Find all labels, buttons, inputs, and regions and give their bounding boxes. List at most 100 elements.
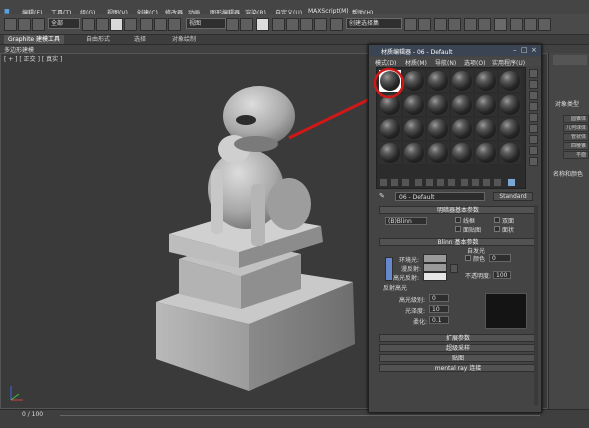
link-icon[interactable]	[32, 18, 45, 31]
self-illum-value[interactable]: 0	[489, 254, 511, 262]
render-icon[interactable]	[538, 18, 551, 31]
create-tab-icon[interactable]	[553, 55, 587, 65]
layer-manager-icon[interactable]	[434, 18, 447, 31]
active-view-icon[interactable]	[507, 178, 516, 187]
rendered-frame-icon[interactable]	[524, 18, 537, 31]
background-icon[interactable]	[529, 91, 538, 100]
window-crossing-icon[interactable]	[124, 18, 137, 31]
sample-slot[interactable]	[499, 142, 521, 164]
sample-type-icon[interactable]	[529, 69, 538, 78]
shader-type-dropdown[interactable]: (B)Blinn	[385, 217, 427, 225]
ambient-color-swatch[interactable]	[423, 254, 447, 263]
glossiness-value[interactable]: 10	[429, 305, 449, 313]
shader-params-rollout[interactable]: 明暗器基本参数	[379, 206, 537, 214]
sample-slot[interactable]	[427, 118, 449, 140]
undo-icon[interactable]	[4, 18, 17, 31]
show-end-result-icon[interactable]	[471, 178, 480, 187]
close-icon[interactable]: ×	[531, 46, 537, 54]
pivot-icon[interactable]	[226, 18, 239, 31]
make-preview-icon[interactable]	[529, 124, 538, 133]
reset-map-icon[interactable]	[414, 178, 423, 187]
scale-icon[interactable]	[168, 18, 181, 31]
rect-select-icon[interactable]	[110, 18, 123, 31]
sample-slot[interactable]	[451, 118, 473, 140]
material-editor-icon[interactable]	[494, 18, 507, 31]
material-editor-titlebar[interactable]: 材质编辑器 - 06 - Default – □ ×	[369, 45, 541, 56]
pyramid-button[interactable]: 四棱锥	[563, 142, 589, 150]
specular-color-swatch[interactable]	[423, 272, 447, 281]
named-selection-dropdown[interactable]: 创建选择集	[346, 18, 402, 29]
schematic-view-icon[interactable]	[478, 18, 491, 31]
two-sided-checkbox[interactable]	[494, 217, 500, 223]
sample-slot[interactable]	[379, 118, 401, 140]
maximize-icon[interactable]: □	[521, 46, 528, 54]
get-material-icon[interactable]	[379, 178, 388, 187]
sample-slot[interactable]	[451, 142, 473, 164]
soften-value[interactable]: 0.1	[429, 316, 449, 324]
curve-editor-icon[interactable]	[464, 18, 477, 31]
sample-slot[interactable]	[499, 118, 521, 140]
sample-slot[interactable]	[403, 142, 425, 164]
sample-slot[interactable]	[451, 94, 473, 116]
reference-coord-dropdown[interactable]: 视图	[186, 18, 226, 29]
menu-utilities[interactable]: 实用程序(U)	[492, 58, 525, 67]
sample-slot[interactable]	[427, 70, 449, 92]
rollout-scrollbar[interactable]	[534, 205, 538, 405]
make-unique-icon[interactable]	[425, 178, 434, 187]
sample-slot[interactable]	[475, 142, 497, 164]
sample-uv-tiling-icon[interactable]	[529, 102, 538, 111]
sample-slot[interactable]	[499, 70, 521, 92]
opacity-value[interactable]: 100	[493, 271, 511, 279]
align-icon[interactable]	[418, 18, 431, 31]
tab-freeform[interactable]: 自由形式	[82, 35, 114, 44]
spinner-snap-icon[interactable]	[314, 18, 327, 31]
menu-navigation[interactable]: 导航(N)	[435, 58, 456, 67]
percent-snap-icon[interactable]	[300, 18, 313, 31]
viewport-label[interactable]: [ + ] [ 正交 ] [ 真实 ]	[4, 54, 62, 63]
go-forward-sibling-icon[interactable]	[493, 178, 502, 187]
tab-graphite[interactable]: Graphite 建模工具	[4, 35, 65, 44]
keyboard-shortcut-icon[interactable]	[256, 18, 269, 31]
snap-icon[interactable]	[272, 18, 285, 31]
mirror-icon[interactable]	[404, 18, 417, 31]
specular-level-value[interactable]: 0	[429, 294, 449, 302]
blinn-params-rollout[interactable]: Blinn 基本参数	[379, 238, 537, 246]
render-setup-icon[interactable]	[510, 18, 523, 31]
extended-params-rollout[interactable]: 扩展参数	[379, 334, 537, 342]
sample-slot[interactable]	[475, 118, 497, 140]
geosphere-button[interactable]: 几何球体	[563, 124, 589, 132]
material-id-channel-icon[interactable]	[447, 178, 456, 187]
sample-slot[interactable]	[427, 94, 449, 116]
faceted-checkbox[interactable]	[494, 226, 500, 232]
face-map-checkbox[interactable]	[455, 226, 461, 232]
material-editor-window[interactable]: 材质编辑器 - 06 - Default – □ × 模式(D) 材质(M) 导…	[368, 44, 542, 413]
angle-snap-icon[interactable]	[286, 18, 299, 31]
put-to-library-icon[interactable]	[436, 178, 445, 187]
move-icon[interactable]	[140, 18, 153, 31]
wire-checkbox[interactable]	[455, 217, 461, 223]
go-to-parent-icon[interactable]	[482, 178, 491, 187]
self-illum-color-checkbox[interactable]	[465, 255, 471, 261]
video-color-check-icon[interactable]	[529, 113, 538, 122]
selection-filter-dropdown[interactable]: 全部	[48, 18, 80, 29]
minimize-icon[interactable]: –	[513, 46, 517, 54]
tab-object-paint[interactable]: 对象绘制	[168, 35, 200, 44]
redo-icon[interactable]	[18, 18, 31, 31]
sample-slot[interactable]	[451, 70, 473, 92]
sample-slot[interactable]	[475, 94, 497, 116]
cone-button[interactable]: 圆锥体	[563, 115, 589, 123]
eyedropper-icon[interactable]: ✎	[379, 192, 385, 200]
options-icon[interactable]	[529, 135, 538, 144]
select-by-name-icon[interactable]	[96, 18, 109, 31]
lock-ambient-diffuse-icon[interactable]	[385, 257, 393, 281]
supersampling-rollout[interactable]: 超级采样	[379, 344, 537, 352]
select-by-material-icon[interactable]	[529, 146, 538, 155]
sample-slot[interactable]	[427, 142, 449, 164]
diffuse-map-button[interactable]	[450, 264, 458, 273]
plane-button[interactable]: 平面	[563, 151, 589, 159]
sample-slot[interactable]	[499, 94, 521, 116]
timeline-track[interactable]	[60, 415, 540, 416]
tab-selection[interactable]: 选择	[130, 35, 150, 44]
show-map-icon[interactable]	[460, 178, 469, 187]
tube-button[interactable]: 管状体	[563, 133, 589, 141]
